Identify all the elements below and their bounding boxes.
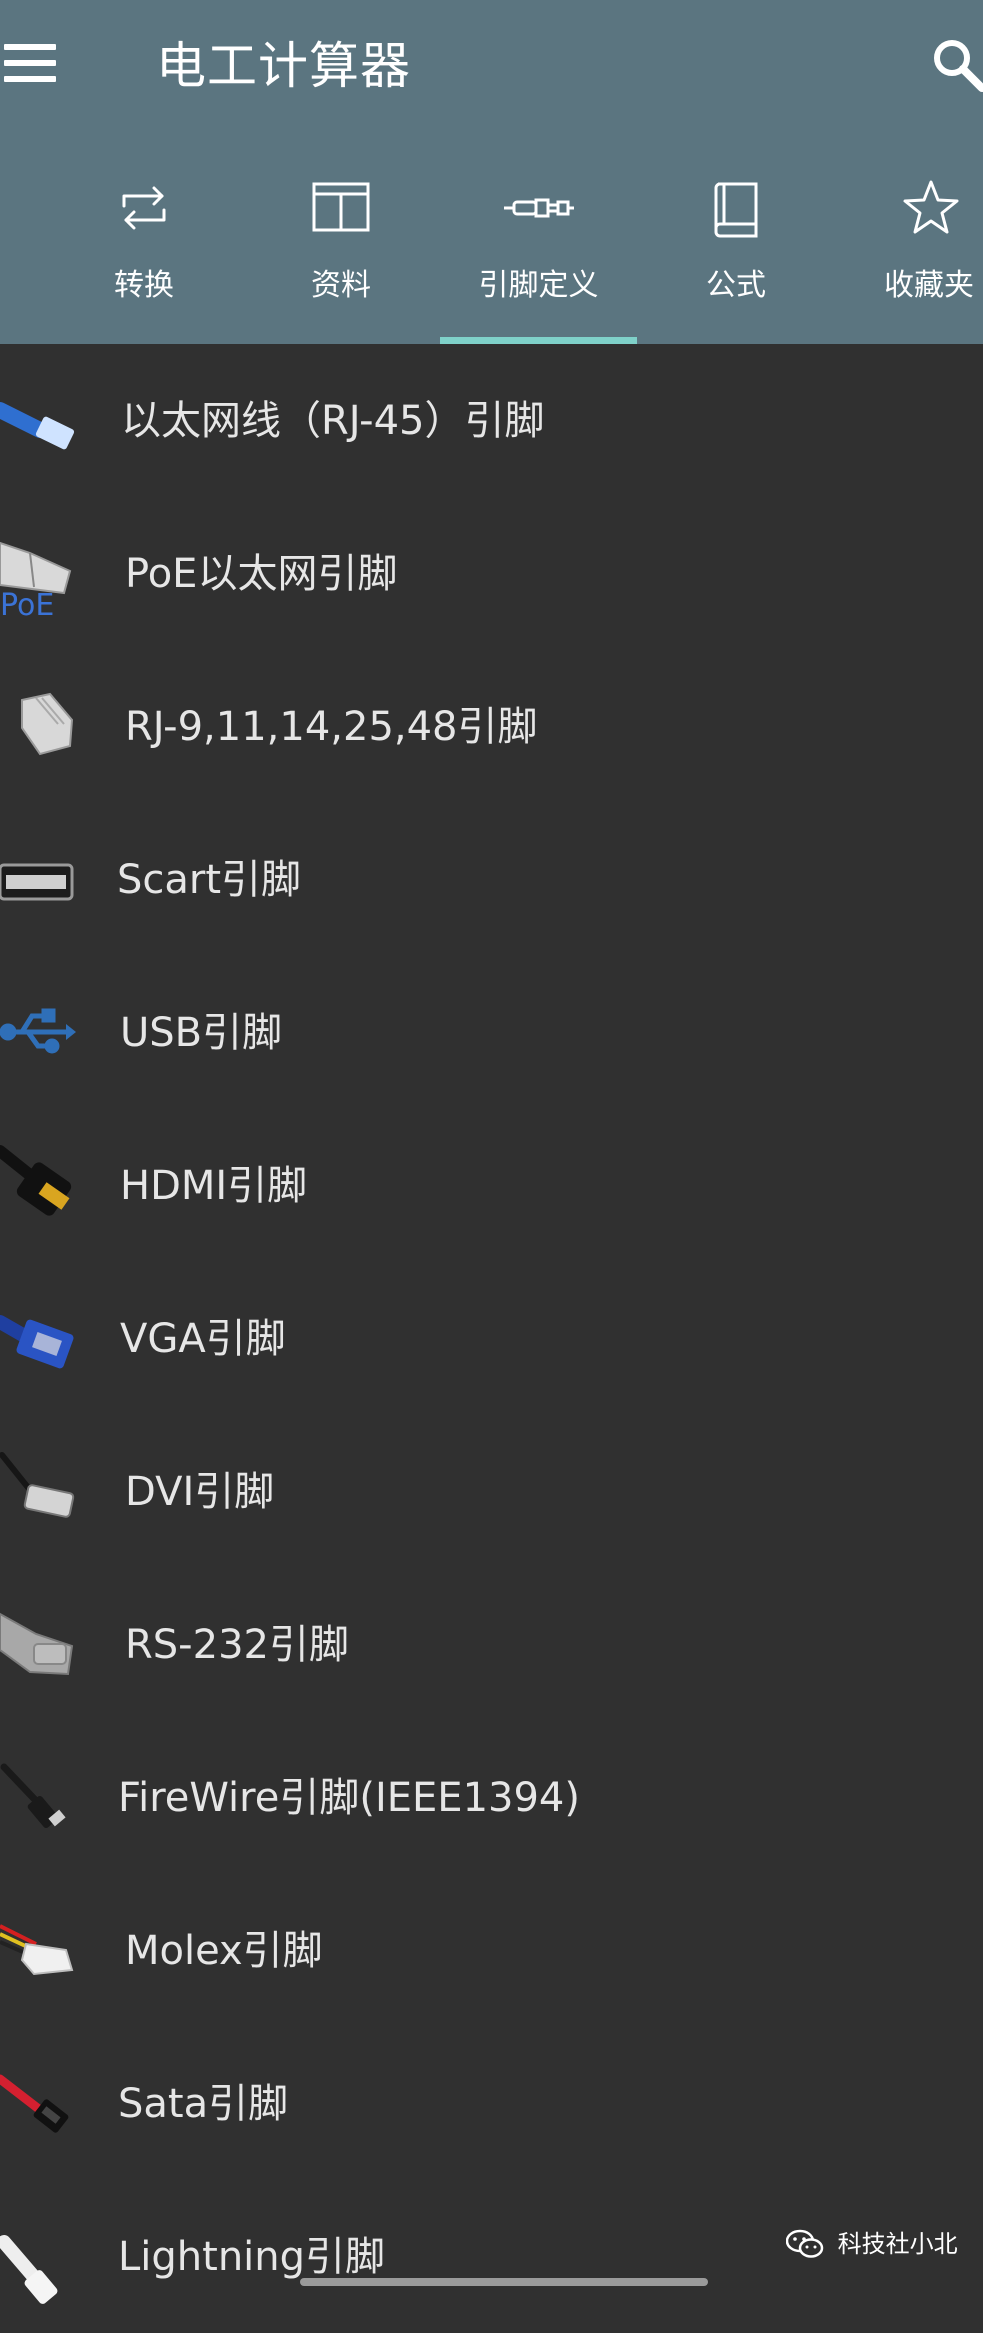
- tab-favorites[interactable]: 收藏夹: [835, 170, 983, 344]
- rj45-cable-icon: [0, 370, 80, 470]
- tab-convert[interactable]: 转换: [46, 170, 242, 344]
- list-item-label: Scart引脚: [117, 857, 302, 903]
- connector-icon: [503, 178, 574, 242]
- book-icon: [706, 178, 766, 242]
- list-item-label: PoE以太网引脚: [125, 551, 398, 597]
- poe-plug-icon: PoE: [0, 523, 80, 623]
- app-title: 电工计算器: [156, 37, 411, 95]
- list-item-label: VGA引脚: [120, 1316, 286, 1362]
- svg-text:PoE: PoE: [0, 588, 54, 623]
- list-item-molex[interactable]: Molex引脚: [0, 1874, 983, 2027]
- tab-data[interactable]: 资料: [242, 170, 440, 344]
- watermark-text: 科技社小北: [837, 2230, 958, 2258]
- lightning-plug-icon: [0, 2206, 80, 2306]
- list-item-label: RS-232引脚: [125, 1622, 349, 1668]
- list-item-label: Sata引脚: [118, 2081, 289, 2127]
- list-item-scart[interactable]: Scart引脚: [0, 803, 983, 956]
- table-icon: [311, 178, 371, 242]
- wechat-icon: [785, 2229, 824, 2259]
- list-item-rs232[interactable]: RS-232引脚: [0, 1568, 983, 1721]
- tab-pinout[interactable]: 引脚定义: [440, 170, 637, 344]
- molex-plug-icon: [0, 1900, 80, 2000]
- hdmi-plug-icon: [0, 1135, 80, 1235]
- list-item-label: 以太网线（RJ-45）引脚: [121, 398, 545, 444]
- rs232-plug-icon: [0, 1594, 80, 1694]
- list-item-dvi[interactable]: DVI引脚: [0, 1415, 983, 1568]
- tab-favorites-label: 收藏夹: [884, 268, 974, 303]
- list-item-label: HDMI引脚: [120, 1163, 308, 1209]
- search-icon[interactable]: [930, 32, 983, 94]
- tab-data-label: 资料: [311, 268, 371, 303]
- star-icon: [901, 178, 961, 242]
- firewire-plug-icon: [0, 1747, 80, 1847]
- tab-pinout-label: 引脚定义: [478, 268, 599, 303]
- list-item-sata[interactable]: Sata引脚: [0, 2027, 983, 2180]
- list-item-hdmi[interactable]: HDMI引脚: [0, 1109, 983, 1262]
- list-item-usb[interactable]: USB引脚: [0, 956, 983, 1109]
- rj-plug-icon: [0, 676, 80, 776]
- tab-convert-label: 转换: [114, 268, 174, 303]
- tab-formula-label: 公式: [706, 268, 766, 303]
- tab-indicator: [440, 337, 637, 344]
- usb-symbol-icon: [0, 982, 80, 1082]
- vga-plug-icon: [0, 1288, 80, 1388]
- list-item-label: Molex引脚: [125, 1928, 323, 1974]
- menu-icon[interactable]: [0, 40, 60, 88]
- watermark: 科技社小北: [785, 2223, 958, 2263]
- list-item-label: FireWire引脚(IEEE1394): [118, 1775, 580, 1821]
- tab-formula[interactable]: 公式: [637, 170, 835, 344]
- list-item-label: Lightning引脚: [118, 2234, 386, 2280]
- list-item-label: DVI引脚: [125, 1469, 275, 1515]
- sata-plug-icon: [0, 2053, 80, 2153]
- dvi-plug-icon: [0, 1441, 80, 1541]
- home-indicator[interactable]: [300, 2278, 708, 2286]
- list-item-poe[interactable]: PoE PoE以太网引脚: [0, 497, 983, 650]
- list-item-rj[interactable]: RJ-9,11,14,25,48引脚: [0, 650, 983, 803]
- list-item-ethernet[interactable]: 以太网线（RJ-45）引脚: [0, 344, 983, 497]
- list-item-label: USB引脚: [120, 1010, 283, 1056]
- list-item-label: RJ-9,11,14,25,48引脚: [125, 704, 538, 750]
- app-bar: 电工计算器 转换 资料 引脚定义 公式 收藏夹: [0, 0, 983, 344]
- repeat-icon: [114, 178, 174, 242]
- scart-plug-icon: [0, 829, 80, 929]
- list-item-vga[interactable]: VGA引脚: [0, 1262, 983, 1415]
- list-item-firewire[interactable]: FireWire引脚(IEEE1394): [0, 1721, 983, 1874]
